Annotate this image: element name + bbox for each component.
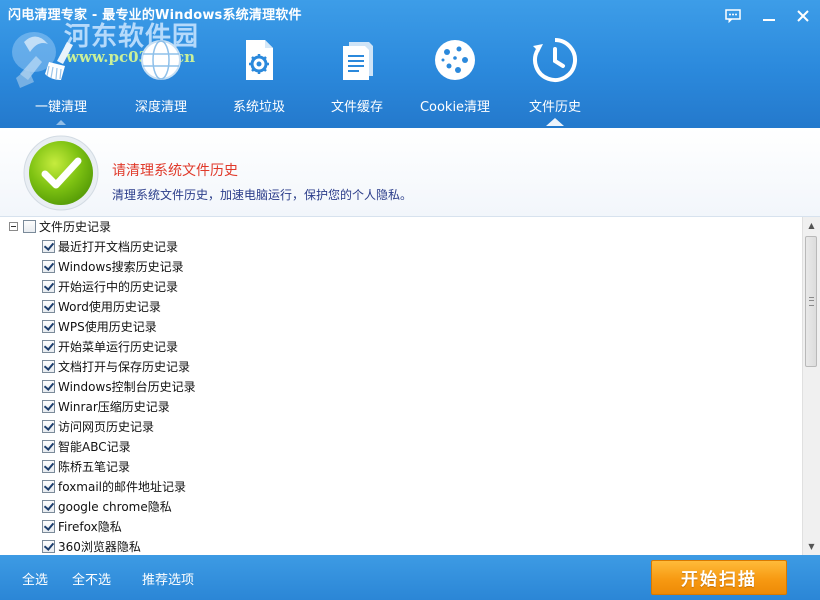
- tab-label: Cookie清理: [419, 100, 491, 115]
- tree-item-checkbox[interactable]: [42, 539, 55, 553]
- tree-item-checkbox[interactable]: [42, 259, 55, 273]
- tree-root-label: 文件历史记录: [39, 219, 112, 234]
- tree-item-label: 开始菜单运行历史记录: [58, 339, 179, 354]
- info-description: 清理系统文件历史，加速电脑运行，保护您的个人隐私。: [112, 188, 413, 202]
- tree-item[interactable]: google chrome隐私: [42, 497, 172, 515]
- tree-item[interactable]: Windows搜索历史记录: [42, 257, 184, 275]
- tree-item-checkbox[interactable]: [42, 459, 55, 473]
- tree-item[interactable]: Firefox隐私: [42, 517, 122, 535]
- tree-item-label: 访问网页历史记录: [58, 419, 155, 434]
- tree-item-label: 360浏览器隐私: [58, 539, 141, 554]
- tree-item-label: WPS使用历史记录: [58, 319, 157, 334]
- history-clock-icon: [533, 38, 577, 82]
- tree-item-label: 文档打开与保存历史记录: [58, 359, 191, 374]
- tab-label: 深度清理: [134, 100, 187, 115]
- tree-root[interactable]: 文件历史记录: [9, 217, 111, 235]
- recommended-options-link[interactable]: 推荐选项: [142, 569, 194, 588]
- tab-file-cache[interactable]: 文件缓存: [308, 34, 406, 124]
- tree-item-label: Windows搜索历史记录: [58, 259, 184, 274]
- tree-item-label: 最近打开文档历史记录: [58, 239, 179, 254]
- globe-icon: [141, 40, 181, 80]
- tree-item-label: Firefox隐私: [58, 519, 122, 534]
- info-panel: 请清理系统文件历史 清理系统文件历史，加速电脑运行，保护您的个人隐私。: [0, 128, 820, 217]
- tree-item[interactable]: 开始运行中的历史记录: [42, 277, 178, 295]
- scroll-grip-icon: [809, 297, 814, 306]
- tab-system-junk[interactable]: 系统垃圾: [210, 34, 308, 124]
- tree-item-label: Windows控制台历史记录: [58, 379, 196, 394]
- tree-item-checkbox[interactable]: [42, 379, 55, 393]
- tree-item-checkbox[interactable]: [42, 499, 55, 513]
- tab-indicator: [56, 120, 66, 125]
- tree-item-label: Winrar压缩历史记录: [58, 399, 170, 414]
- checkmark-badge-icon: [23, 135, 99, 211]
- close-icon: [797, 10, 809, 22]
- tree-item-checkbox[interactable]: [42, 419, 55, 433]
- tree-item-checkbox[interactable]: [42, 319, 55, 333]
- collapse-icon[interactable]: [9, 221, 18, 231]
- tree-item-label: foxmail的邮件地址记录: [58, 479, 187, 494]
- vertical-scrollbar[interactable]: ▲ ▼: [802, 217, 820, 555]
- tree-item[interactable]: 访问网页历史记录: [42, 417, 154, 435]
- start-scan-button[interactable]: 开始扫描: [651, 560, 787, 595]
- info-title: 请清理系统文件历史: [112, 163, 238, 179]
- header-bar: 闪电清理专家 - 最专业的Windows系统清理软件 河东软件园 www.pc0…: [0, 0, 820, 128]
- select-all-link[interactable]: 全选: [22, 569, 48, 588]
- tree-item[interactable]: 最近打开文档历史记录: [42, 237, 178, 255]
- tree-item[interactable]: 文档打开与保存历史记录: [42, 357, 190, 375]
- tab-label: 文件缓存: [330, 100, 383, 115]
- tree-item-label: google chrome隐私: [58, 499, 172, 514]
- tab-deep-clean[interactable]: 深度清理: [112, 34, 210, 124]
- tab-one-click-clean[interactable]: 一键清理: [12, 34, 110, 125]
- tree-item-checkbox[interactable]: [42, 399, 55, 413]
- footer-bar: 全选 全不选 推荐选项 开始扫描: [0, 555, 820, 600]
- tab-label: 系统垃圾: [232, 100, 285, 115]
- history-tree: 文件历史记录最近打开文档历史记录 Windows搜索历史记录 开始运行中的历史记录 W…: [0, 217, 802, 555]
- tree-item[interactable]: Windows控制台历史记录: [42, 377, 196, 395]
- tab-label: 文件历史: [528, 100, 581, 115]
- tree-item-checkbox[interactable]: [42, 519, 55, 533]
- close-button[interactable]: [792, 6, 814, 26]
- tree-item-checkbox[interactable]: [42, 279, 55, 293]
- broom-icon: [45, 42, 73, 80]
- tree-item-checkbox[interactable]: [42, 239, 55, 253]
- document-icon: [343, 42, 373, 80]
- cookie-icon: [435, 40, 475, 80]
- scroll-down-button[interactable]: ▼: [803, 538, 820, 555]
- tab-file-history[interactable]: 文件历史: [506, 34, 604, 126]
- tree-item[interactable]: 开始菜单运行历史记录: [42, 337, 178, 355]
- tree-item[interactable]: Word使用历史记录: [42, 297, 161, 315]
- tree-root-checkbox[interactable]: [23, 219, 36, 233]
- tree-item-checkbox[interactable]: [42, 359, 55, 373]
- minimize-icon: [763, 19, 775, 21]
- tree-item[interactable]: Winrar压缩历史记录: [42, 397, 170, 415]
- tab-cookie-clean[interactable]: Cookie清理: [406, 34, 504, 124]
- tree-item[interactable]: 360浏览器隐私: [42, 537, 141, 555]
- tree-item-checkbox[interactable]: [42, 439, 55, 453]
- select-none-link[interactable]: 全不选: [72, 569, 111, 588]
- tree-item[interactable]: foxmail的邮件地址记录: [42, 477, 186, 495]
- tree-item-label: 陈桥五笔记录: [58, 459, 131, 474]
- tree-item[interactable]: WPS使用历史记录: [42, 317, 157, 335]
- active-tab-indicator: [546, 118, 564, 126]
- tree-item-checkbox[interactable]: [42, 299, 55, 313]
- tree-item-checkbox[interactable]: [42, 339, 55, 353]
- feedback-button[interactable]: [722, 6, 744, 26]
- tab-label: 一键清理: [34, 100, 87, 115]
- scroll-up-button[interactable]: ▲: [803, 217, 820, 234]
- tree-item-checkbox[interactable]: [42, 479, 55, 493]
- tree-item-label: 开始运行中的历史记录: [58, 279, 179, 294]
- tree-item-label: 智能ABC记录: [58, 439, 131, 454]
- minimize-button[interactable]: [758, 6, 780, 26]
- tree-item[interactable]: 智能ABC记录: [42, 437, 131, 455]
- gear-document-icon: [246, 40, 273, 80]
- scroll-thumb[interactable]: [805, 236, 817, 367]
- tree-item[interactable]: 陈桥五笔记录: [42, 457, 130, 475]
- speech-bubble-icon: [725, 9, 741, 23]
- tree-item-label: Word使用历史记录: [58, 299, 161, 314]
